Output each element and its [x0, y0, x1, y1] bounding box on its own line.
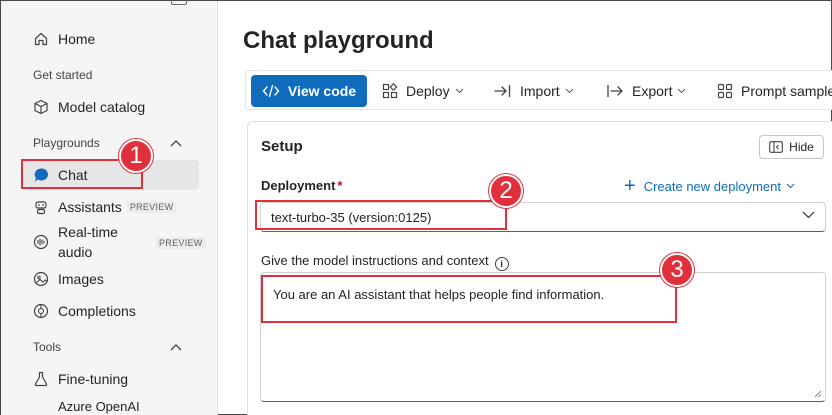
hide-button[interactable]: Hide	[759, 135, 824, 159]
apps-icon	[382, 83, 398, 99]
sidebar-item-label: Completions	[58, 303, 136, 319]
deploy-label: Deploy	[406, 83, 450, 99]
export-label: Export	[632, 83, 673, 99]
audio-wave-icon	[32, 233, 50, 251]
realtime-line-1: Real-time	[58, 224, 118, 240]
import-label: Import	[520, 83, 560, 99]
sidebar-item-model-catalog[interactable]: Model catalog	[23, 92, 199, 122]
plus-icon: +	[624, 175, 636, 197]
info-icon[interactable]: i	[494, 257, 509, 271]
create-new-deployment-link[interactable]: + Create new deployment	[624, 176, 795, 196]
cube-icon	[32, 98, 50, 116]
chevron-down-icon	[455, 88, 464, 94]
callout-badge-3: 3	[660, 253, 694, 287]
chevron-up-icon[interactable]	[169, 340, 183, 354]
preview-badge: PREVIEW	[156, 237, 206, 249]
sidebar-item-completions[interactable]: Completions	[23, 296, 199, 326]
sidebar-item-assistants[interactable]: Assistants PREVIEW	[23, 192, 199, 222]
grid-icon	[717, 83, 733, 99]
deployment-label-text: Deployment	[261, 178, 336, 193]
preview-badge: PREVIEW	[126, 201, 177, 213]
callout-box-2	[255, 200, 507, 230]
deployment-label: Deployment *	[261, 178, 342, 193]
callout-badge-2: 2	[489, 174, 523, 208]
chevron-down-icon	[802, 211, 815, 219]
sidebar-item-realtime-audio[interactable]: Real-time audio PREVIEW	[23, 222, 206, 262]
sidebar-item-images[interactable]: Images	[23, 264, 199, 294]
sidebar-item-label: Real-time audio	[58, 222, 118, 262]
import-button[interactable]: Import	[494, 75, 574, 107]
resize-grip-icon[interactable]	[814, 390, 822, 398]
panel-collapse-icon	[769, 141, 784, 153]
section-label-get-started: Get started	[33, 68, 93, 82]
realtime-line-2: audio	[58, 244, 93, 260]
collapse-panel-icon[interactable]	[171, 0, 187, 5]
setup-panel: Setup Hide Deployment * + Create new depl…	[247, 121, 832, 415]
hide-label: Hide	[789, 140, 814, 154]
sidebar-group-azure-openai: Azure OpenAI	[58, 399, 140, 414]
setup-title: Setup	[261, 138, 303, 155]
completions-icon	[32, 302, 50, 320]
sidebar-item-label: Images	[58, 271, 104, 287]
sidebar: Home Get started Model catalog Playgroun…	[1, 0, 218, 415]
chevron-down-icon	[565, 88, 574, 94]
view-code-button[interactable]: View code	[251, 75, 367, 107]
prompt-samples-label: Prompt samples	[741, 83, 832, 99]
section-label-tools: Tools	[33, 340, 62, 354]
code-icon	[262, 84, 280, 98]
chevron-up-icon[interactable]	[169, 136, 183, 150]
section-label-playgrounds: Playgrounds	[33, 136, 100, 150]
sidebar-item-label: Home	[58, 31, 96, 47]
sidebar-item-fine-tuning[interactable]: Fine-tuning	[23, 364, 199, 394]
callout-badge-1: 1	[119, 139, 153, 173]
toolbar: View code Deploy Import Export Prompt sa…	[245, 70, 832, 110]
required-mark: *	[337, 178, 343, 193]
page-title: Chat playground	[243, 27, 434, 54]
home-icon	[32, 30, 50, 48]
chevron-down-icon	[677, 88, 686, 94]
sidebar-item-home[interactable]: Home	[23, 24, 199, 54]
images-icon	[32, 270, 50, 288]
sidebar-item-label: Assistants	[58, 199, 122, 215]
export-icon	[606, 84, 624, 98]
callout-box-3	[261, 275, 677, 323]
export-button[interactable]: Export	[606, 75, 686, 107]
create-new-deployment-label: Create new deployment	[643, 178, 781, 194]
sidebar-item-label: Model catalog	[58, 99, 146, 115]
deploy-button[interactable]: Deploy	[382, 75, 464, 107]
view-code-label: View code	[287, 83, 357, 99]
sidebar-item-label: Fine-tuning	[58, 371, 129, 387]
chevron-down-icon	[786, 183, 795, 189]
import-icon	[494, 84, 512, 98]
instructions-label: Give the model instructions and context i	[261, 253, 509, 271]
robot-icon	[32, 198, 50, 216]
instructions-label-text: Give the model instructions and context	[261, 253, 489, 268]
flask-icon	[32, 370, 50, 388]
prompt-samples-button[interactable]: Prompt samples	[717, 75, 832, 107]
